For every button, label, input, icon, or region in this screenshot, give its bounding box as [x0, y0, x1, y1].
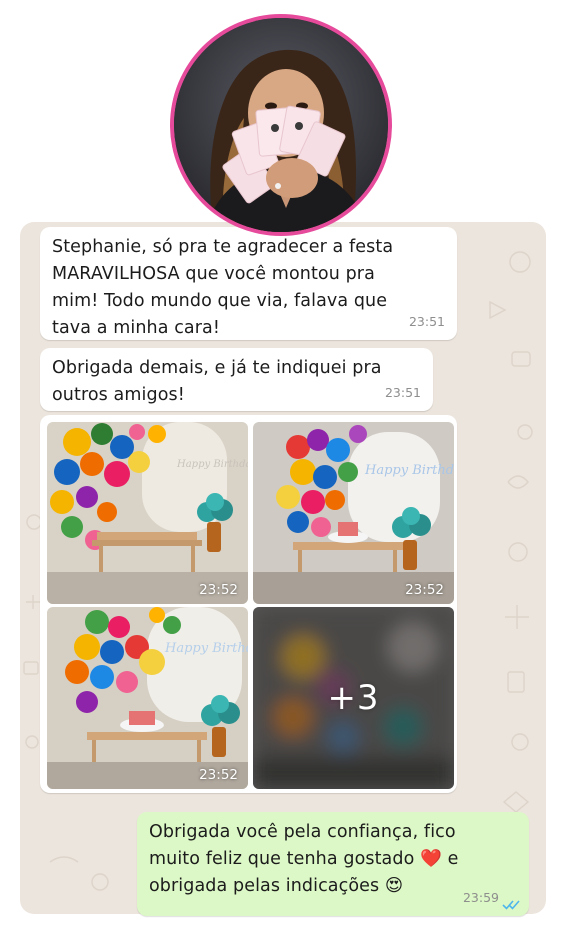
- incoming-message-1[interactable]: Stephanie, só pra te agradecer a festa M…: [40, 227, 457, 340]
- neon-sign: Happy Birthday: [176, 459, 248, 470]
- message-time: 23:51: [384, 385, 421, 400]
- message-time: 23:59: [462, 890, 499, 905]
- outgoing-message[interactable]: Obrigada você pela confiança, fico muito…: [137, 812, 529, 916]
- more-photos-count: +3: [327, 678, 380, 718]
- profile-photo: [174, 18, 388, 232]
- incoming-message-2[interactable]: Obrigada demais, e já te indiquei pra ou…: [40, 348, 433, 411]
- more-photos-tile[interactable]: +3: [253, 607, 454, 789]
- photo-image: Happy Birthday: [47, 422, 248, 604]
- photo-image: Happy Birthday: [253, 422, 454, 604]
- neon-sign: Happy Birthday: [164, 641, 248, 656]
- double-check-icon: [502, 900, 520, 910]
- photo-time: 23:52: [405, 582, 444, 598]
- photo-time: 23:52: [199, 767, 238, 783]
- photo-image: Happy Birthday: [47, 607, 248, 789]
- message-text: Stephanie, só pra te agradecer a festa M…: [52, 237, 394, 338]
- neon-sign: Happy Birthday: [364, 463, 454, 478]
- message-text: Obrigada demais, e já te indiquei pra ou…: [52, 358, 382, 405]
- media-album[interactable]: Happy Birthday 23:52 Happy Birthday: [40, 415, 457, 793]
- message-text: Obrigada você pela confiança, fico muito…: [149, 822, 459, 896]
- photo-time: 23:52: [199, 582, 238, 598]
- message-time: 23:51: [408, 314, 445, 329]
- party-photo-3[interactable]: Happy Birthday 23:52: [47, 607, 248, 789]
- party-photo-2[interactable]: Happy Birthday 23:52: [253, 422, 454, 604]
- party-photo-1[interactable]: Happy Birthday 23:52: [47, 422, 248, 604]
- avatar[interactable]: [174, 18, 388, 232]
